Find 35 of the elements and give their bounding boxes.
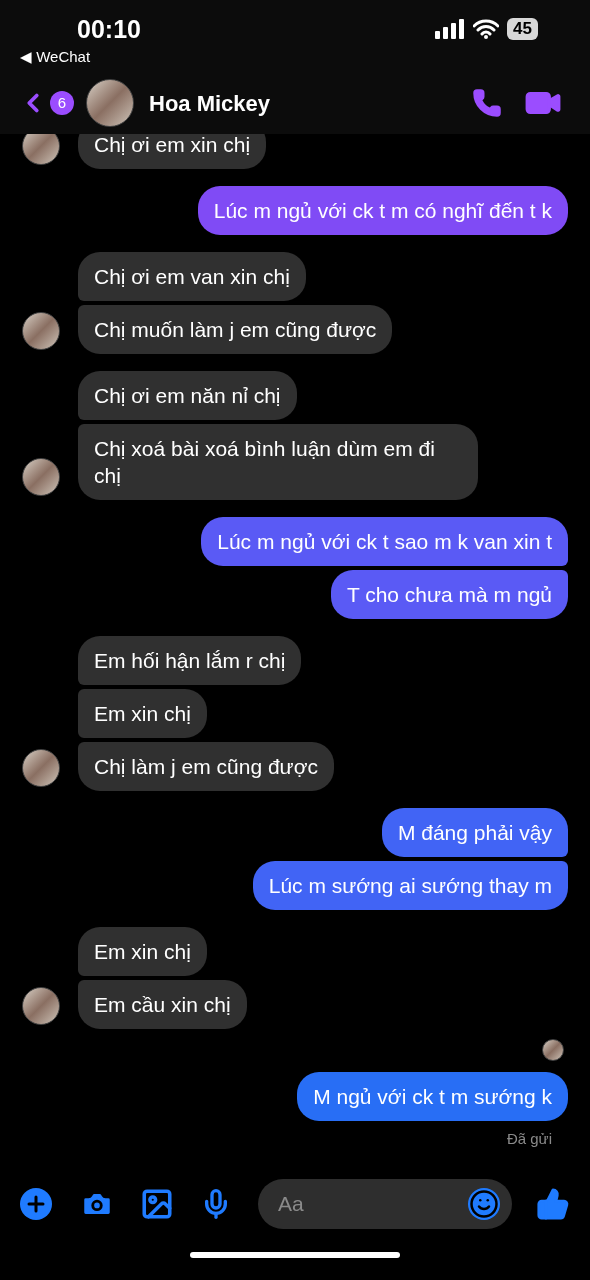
sender-avatar (22, 457, 60, 496)
signal-icon (435, 19, 466, 39)
received-message: Chị ơi em van xin chị (78, 251, 306, 301)
sent-message: Lúc m ngủ với ck t sao m k van xin t (201, 516, 568, 566)
sent-message: Lúc m ngủ với ck t m có nghĩ đến t k (197, 185, 568, 235)
like-icon[interactable] (536, 1187, 570, 1221)
received-message: Em xin chị (78, 688, 207, 738)
back-button[interactable]: 6 (18, 88, 74, 118)
received-message: Chị làm j em cũng được (78, 741, 334, 791)
sent-message: T cho chưa mà m ngủ (330, 569, 568, 619)
received-message: Em cầu xin chị (78, 979, 247, 1029)
received-message: Em xin chị (78, 926, 207, 976)
received-message: Chị muốn làm j em cũng được (78, 304, 393, 354)
received-message: Chị ơi em năn nỉ chị (78, 370, 297, 420)
sender-avatar (22, 134, 60, 165)
received-message: Em hối hận lắm r chị (78, 635, 302, 685)
delivery-status: Đã gửi (506, 1128, 553, 1149)
sender-avatar (22, 748, 60, 787)
message-input-field[interactable]: Aa (258, 1179, 512, 1229)
status-time: 00:10 (77, 14, 141, 44)
battery-indicator: 45 (507, 18, 538, 40)
gallery-icon[interactable] (140, 1187, 174, 1221)
phone-icon[interactable] (472, 88, 502, 118)
contact-name[interactable]: Hoa Mickey (149, 86, 472, 120)
wifi-icon (473, 19, 500, 39)
received-message: Chị ơi em xin chị (78, 134, 267, 169)
received-message: Chị xoá bài xoá bình luận dùm em đi chị (78, 423, 478, 500)
contact-avatar (86, 79, 134, 127)
sent-message: M đáng phải vậy (381, 807, 568, 857)
add-icon[interactable] (20, 1188, 52, 1220)
sender-avatar (22, 311, 60, 350)
sender-avatar (22, 986, 60, 1025)
back-to-app-link[interactable]: ◀ WeChat (20, 46, 91, 69)
sent-message: Lúc m sướng ai sướng thay m (252, 860, 568, 910)
sent-message: M ngủ với ck t m sướng k (297, 1071, 568, 1121)
